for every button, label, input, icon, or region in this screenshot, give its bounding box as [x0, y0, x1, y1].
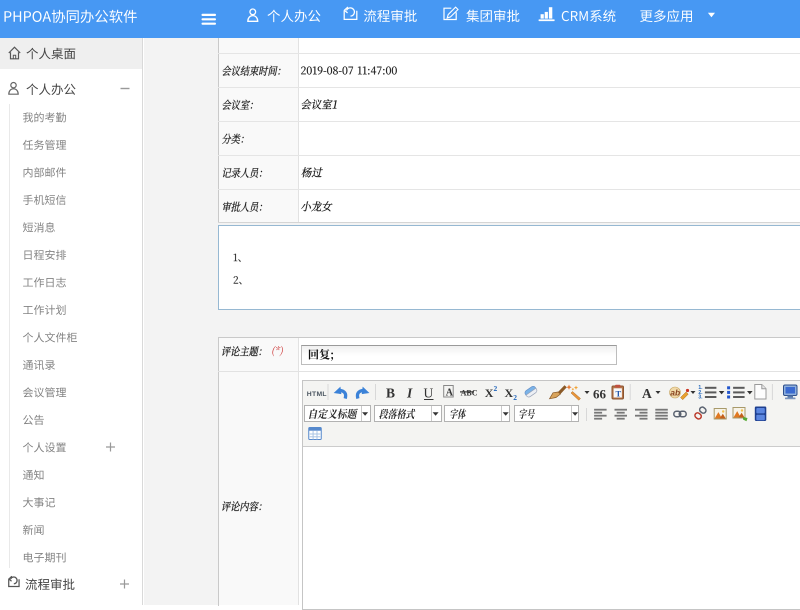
svg-text:B: B — [386, 386, 395, 401]
svg-text:ABC: ABC — [461, 389, 478, 398]
svg-text:ab: ab — [670, 388, 680, 398]
svg-text:U: U — [424, 386, 434, 401]
svg-text:66: 66 — [593, 387, 607, 402]
svg-text:X: X — [485, 386, 494, 400]
svg-text:T: T — [616, 389, 622, 399]
svg-text:HTML: HTML — [307, 391, 327, 398]
svg-text:I: I — [406, 386, 413, 401]
svg-text:2: 2 — [494, 384, 498, 393]
svg-text:A: A — [446, 387, 454, 398]
svg-text:A: A — [642, 386, 652, 401]
svg-text:3.: 3. — [698, 394, 703, 400]
svg-text:2: 2 — [513, 393, 517, 402]
svg-text:X: X — [505, 386, 514, 400]
